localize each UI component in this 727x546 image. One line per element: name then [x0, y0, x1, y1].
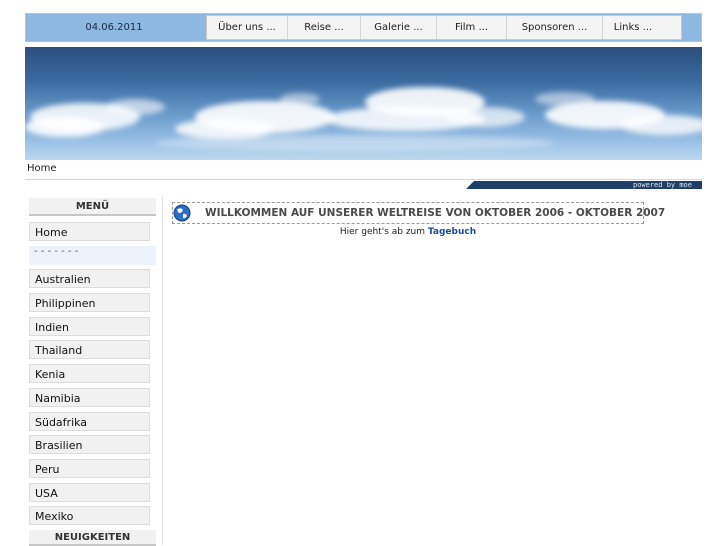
- nav-ueber-uns[interactable]: Über uns ...: [207, 16, 288, 39]
- globe-icon: [173, 204, 191, 222]
- page-title: WILLKOMMEN AUF UNSERER WELTREISE VON OKT…: [205, 207, 666, 219]
- nav-galerie[interactable]: Galerie ...: [361, 16, 437, 39]
- sidebar-item-peru[interactable]: Peru: [29, 458, 150, 478]
- sidebar-divider: - - - - - - -: [29, 245, 156, 265]
- nav-sponsoren[interactable]: Sponsoren ...: [507, 16, 603, 39]
- nav-reise[interactable]: Reise ...: [288, 16, 361, 39]
- menu-header: MENÜ: [29, 198, 156, 216]
- sidebar-item-kenia[interactable]: Kenia: [29, 364, 150, 384]
- sidebar-item-mexiko[interactable]: Mexiko: [29, 506, 150, 526]
- sidebar-item-thailand[interactable]: Thailand: [29, 340, 150, 360]
- sidebar-item-suedafrika[interactable]: Südafrika: [29, 411, 150, 431]
- sidebar-item-indien[interactable]: Indien: [29, 316, 150, 336]
- sidebar-item-philippinen[interactable]: Philippinen: [29, 293, 150, 313]
- powered-by-bar: powered by moe: [466, 181, 702, 189]
- sidebar: MENÜ Home - - - - - - - Australien Phili…: [29, 198, 156, 546]
- sidebar-item-usa[interactable]: USA: [29, 482, 150, 502]
- welcome-heading-box: WILLKOMMEN AUF UNSERER WELTREISE VON OKT…: [172, 202, 665, 224]
- breadcrumb-row: Home: [25, 161, 702, 180]
- top-bar: 04.06.2011 Über uns ... Reise ... Galeri…: [25, 13, 702, 42]
- welcome-text-prefix: Hier geht's ab zum: [339, 227, 426, 237]
- tagebuch-link[interactable]: Tagebuch: [428, 227, 476, 237]
- date-display: 04.06.2011: [85, 22, 143, 33]
- main-nav: Über uns ... Reise ... Galerie ... Film …: [206, 15, 682, 40]
- sidebar-item-namibia[interactable]: Namibia: [29, 387, 150, 407]
- column-divider: [162, 196, 163, 545]
- sidebar-item-australien[interactable]: Australien: [29, 269, 150, 289]
- clouds-image: [25, 87, 702, 151]
- sidebar-item-home[interactable]: Home: [29, 222, 150, 241]
- news-header: NEUIGKEITEN: [29, 529, 156, 546]
- header-banner-clouds: [25, 47, 702, 160]
- powered-by-text: powered by moe: [632, 181, 692, 189]
- nav-film[interactable]: Film ...: [437, 16, 507, 39]
- welcome-text: Hier geht's ab zum Tagebuch: [172, 227, 644, 237]
- sidebar-item-brasilien[interactable]: Brasilien: [29, 435, 150, 455]
- breadcrumb[interactable]: Home: [27, 163, 57, 174]
- nav-links[interactable]: Links ...: [603, 16, 663, 39]
